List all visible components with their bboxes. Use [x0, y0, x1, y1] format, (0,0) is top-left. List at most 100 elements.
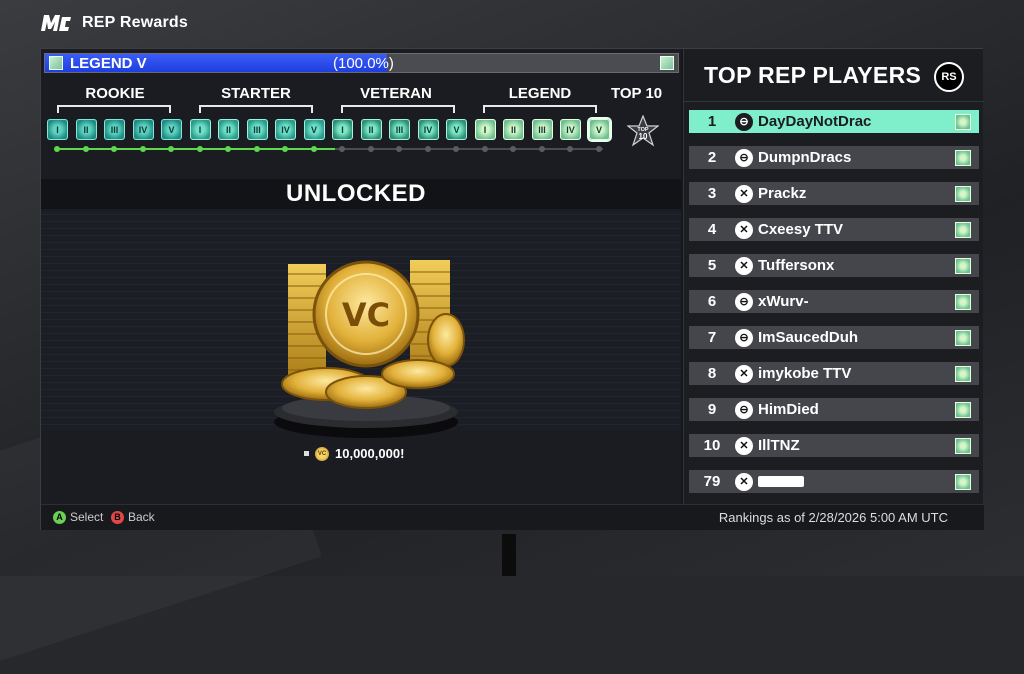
leaderboard-row[interactable]: 8 ✕ imykobe TTV — [689, 362, 979, 385]
player-name: DumpnDracs — [758, 149, 852, 166]
progress-line-empty — [335, 148, 603, 150]
rewards-track-section: LEGEND V (100.0%) ROOKIE STARTER VETERAN… — [41, 49, 681, 504]
tier-badge-15[interactable]: V — [446, 119, 467, 140]
tier-label-veteran: VETERAN — [360, 85, 432, 102]
tier-badge-13[interactable]: III — [389, 119, 410, 140]
rep-badge-icon — [955, 329, 971, 346]
progress-dot — [367, 146, 374, 152]
progress-dot — [168, 146, 174, 152]
vc-coin-icon: VC — [315, 446, 329, 461]
player-name: DayDayNotDrac — [758, 113, 872, 130]
tier-badge-9[interactable]: IV — [275, 119, 296, 140]
leaderboard-row[interactable]: 10 ✕ IllTNZ — [689, 434, 979, 457]
player-name: Prackz — [758, 185, 807, 202]
leaderboard-row[interactable]: 2 ⊖ DumpnDracs — [689, 146, 979, 169]
player-name: ImSaucedDuh — [758, 329, 859, 346]
tier-badge-11[interactable]: I — [332, 119, 353, 140]
leaderboard-row[interactable]: 3 ✕ Prackz — [689, 182, 979, 205]
tier-badge-5[interactable]: V — [161, 119, 182, 140]
leaderboard-row[interactable]: 5 ✕ Tuffersonx — [689, 254, 979, 277]
progress-dot — [481, 146, 488, 152]
tier-badge-6[interactable]: I — [189, 119, 211, 140]
xbox-icon: ✕ — [735, 220, 753, 239]
reward-description: VC 10,000,000! — [304, 446, 404, 461]
rank-number: 2 — [707, 149, 717, 166]
xbox-icon: ✕ — [735, 472, 753, 491]
progress-line-filled — [55, 148, 335, 150]
playstation-icon: ⊖ — [735, 112, 753, 131]
tier-badge-2[interactable]: II — [75, 119, 97, 140]
progress-dot — [510, 146, 516, 152]
tier-badge-1[interactable]: I — [47, 119, 68, 140]
leaderboard-row[interactable]: 6 ⊖ xWurv- — [689, 290, 979, 313]
tier-badge-20[interactable]: V — [588, 119, 610, 140]
progress-dot — [139, 146, 146, 152]
progress-dot — [196, 146, 203, 152]
leaderboard-row[interactable]: 1 ⊖ DayDayNotDrac — [689, 110, 979, 133]
rankings-timestamp: Rankings as of 2/28/2026 5:00 AM UTC — [718, 510, 948, 525]
progress-dot — [111, 146, 117, 152]
tier-badge-10[interactable]: V — [303, 119, 325, 140]
rank-number: 4 — [707, 221, 717, 238]
progress-dot — [567, 146, 573, 152]
progress-dot — [424, 146, 431, 152]
rep-badge-icon — [955, 473, 971, 490]
select-hint[interactable]: A Select — [53, 510, 103, 524]
reward-amount: 10,000,000! — [335, 446, 405, 461]
player-name: Tuffersonx — [758, 257, 835, 274]
rank-number: 8 — [707, 365, 717, 382]
rank-number: 10 — [703, 437, 721, 454]
progress-dot — [538, 146, 545, 152]
b-button-icon: B — [111, 510, 124, 524]
top10-badge-line2: 10 — [639, 132, 648, 141]
playstation-icon: ⊖ — [735, 328, 753, 347]
rep-badge-icon — [955, 257, 971, 274]
rep-badge-icon — [955, 113, 971, 130]
tier-badge-7[interactable]: II — [218, 119, 239, 140]
footer-bar: A Select B Back Rankings as of 2/28/2026… — [41, 504, 984, 530]
background-post — [502, 534, 516, 576]
player-name: HimDied — [758, 401, 819, 418]
playstation-icon: ⊖ — [735, 148, 753, 167]
progress-dot — [54, 146, 60, 152]
tier-bracket-legend — [483, 105, 597, 113]
player-name-redacted — [758, 476, 955, 487]
legend-badge-icon — [49, 56, 63, 70]
progress-percent: (100.0%) — [333, 55, 394, 72]
tier-label-rookie: ROOKIE — [85, 85, 145, 102]
player-name: IllTNZ — [758, 437, 800, 454]
tier-label-starter: STARTER — [221, 85, 291, 102]
player-name: xWurv- — [758, 293, 809, 310]
a-button-icon: A — [53, 510, 66, 524]
top10-star-icon[interactable]: TOP 10 — [627, 115, 659, 147]
progress-dot — [282, 146, 288, 152]
page-title: REP Rewards — [82, 14, 188, 31]
rs-button-icon[interactable]: RS — [934, 62, 964, 92]
leaderboard-row[interactable]: 9 ⊖ HimDied — [689, 398, 979, 421]
progress-dot — [339, 146, 345, 152]
tier-badge-8[interactable]: III — [246, 119, 268, 140]
rep-badge-icon — [955, 365, 971, 382]
tier-badge-4[interactable]: IV — [132, 119, 154, 140]
leaderboard-row[interactable]: 7 ⊖ ImSaucedDuh — [689, 326, 979, 349]
rank-number: 79 — [703, 473, 721, 490]
tier-badge-16[interactable]: I — [474, 119, 496, 140]
rep-badge-icon — [955, 401, 971, 418]
back-hint[interactable]: B Back — [111, 510, 155, 524]
tier-badge-3[interactable]: III — [104, 119, 125, 140]
rep-badge-icon — [955, 293, 971, 310]
tier-badge-18[interactable]: III — [531, 119, 553, 140]
xbox-icon: ✕ — [735, 256, 753, 275]
playstation-icon: ⊖ — [735, 400, 753, 419]
tier-badge-19[interactable]: IV — [560, 119, 581, 140]
leaderboard-row[interactable]: 4 ✕ Cxeesy TTV — [689, 218, 979, 241]
leaderboard-panel: TOP REP PLAYERS RS 1 ⊖ DayDayNotDrac 2 ⊖ Dump… — [683, 49, 984, 504]
tier-bracket-veteran — [341, 105, 455, 113]
tier-badge-14[interactable]: IV — [417, 119, 439, 140]
back-label: Back — [128, 510, 155, 524]
tier-badge-12[interactable]: II — [360, 119, 382, 140]
leaderboard-row[interactable]: 79 ✕ — [689, 470, 979, 493]
next-tier-badge-icon — [660, 56, 674, 70]
tier-badge-17[interactable]: II — [503, 119, 524, 140]
rep-badge-icon — [955, 185, 971, 202]
